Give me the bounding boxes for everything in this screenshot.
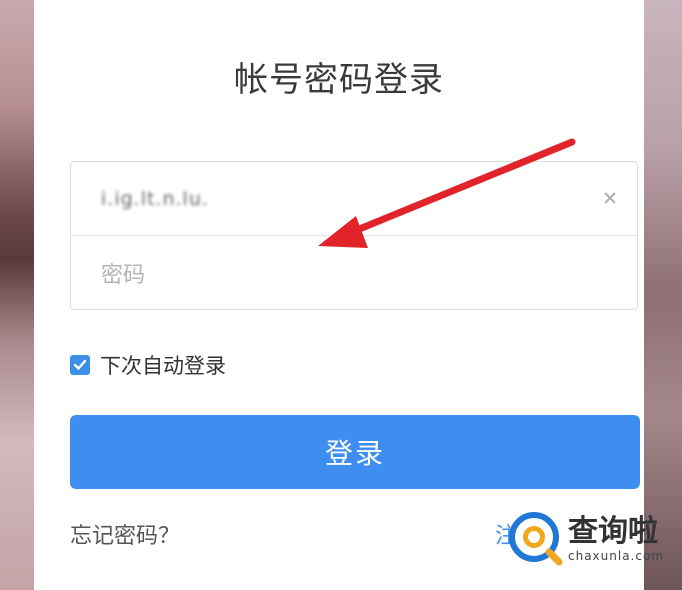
remember-me[interactable]: 下次自动登录 (70, 350, 226, 380)
login-button[interactable]: 登录 (70, 415, 640, 489)
watermark-name: 查询啦 (568, 514, 658, 549)
password-field[interactable]: 密码 (71, 236, 637, 310)
watermark: 查询啦 chaxunla.com (508, 505, 678, 573)
magnifier-logo-icon (509, 512, 563, 566)
background-photo-right (644, 0, 682, 590)
checkmark-icon (73, 359, 87, 370)
remember-checkbox[interactable] (70, 355, 90, 375)
background-photo-left (0, 0, 34, 590)
credentials-box: i.ig.lt.n.lu. 密码 (70, 161, 638, 310)
username-field[interactable]: i.ig.lt.n.lu. (71, 162, 637, 236)
username-value: i.ig.lt.n.lu. (101, 187, 209, 210)
close-icon[interactable] (601, 189, 619, 207)
watermark-domain: chaxunla.com (568, 549, 664, 563)
forgot-password-link[interactable]: 忘记密码？ (70, 518, 180, 550)
login-card: 帐号密码登录 i.ig.lt.n.lu. 密码 下次自动登录 登录 忘记密码？ (34, 0, 644, 590)
remember-label: 下次自动登录 (100, 354, 226, 378)
password-placeholder: 密码 (101, 263, 146, 288)
page-title: 帐号密码登录 (234, 60, 444, 100)
